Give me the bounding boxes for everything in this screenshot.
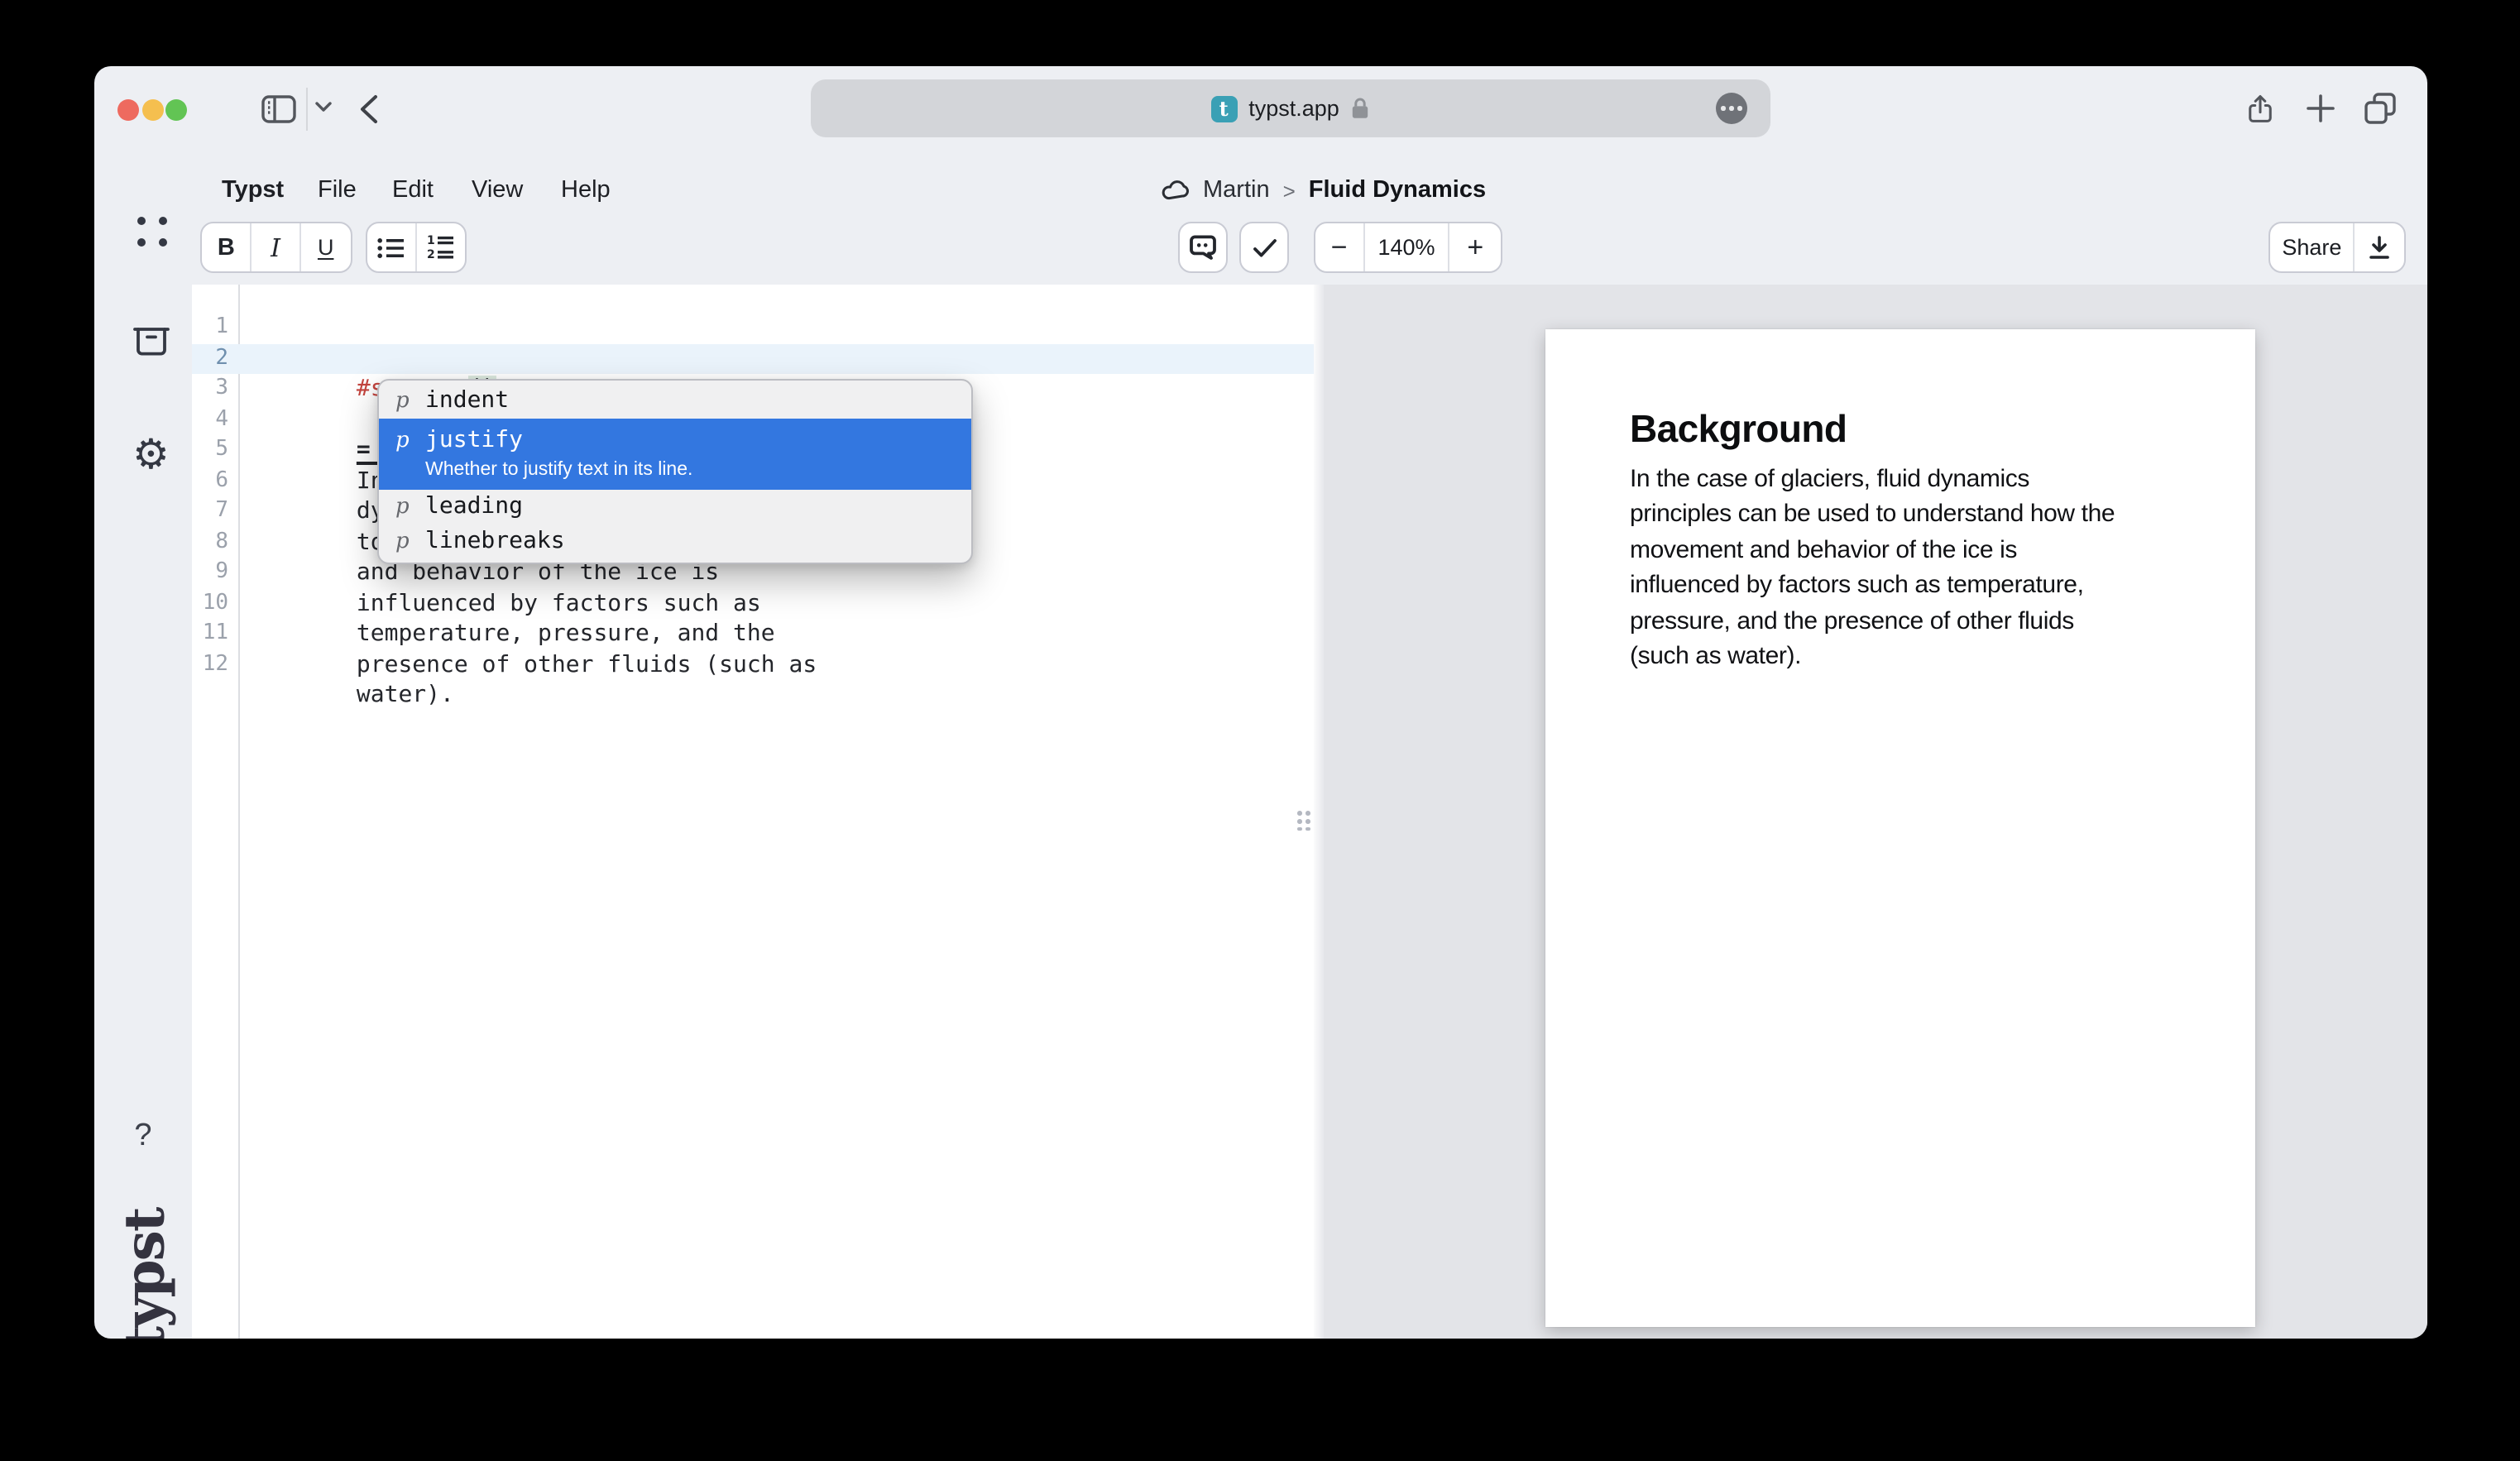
zoom-group: − 140% + — [1314, 222, 1502, 273]
svg-text:2: 2 — [427, 248, 435, 260]
menu-view[interactable]: View — [472, 177, 523, 204]
autocomplete-item-linebreaks[interactable]: p linebreaks — [379, 525, 971, 559]
menu-edit[interactable]: Edit — [392, 177, 434, 204]
code-line-active[interactable]: 2#set par() — [192, 343, 1314, 374]
breadcrumb-document[interactable]: Fluid Dynamics — [1309, 177, 1486, 204]
templates-icon[interactable] — [131, 323, 172, 359]
code-line[interactable]: 12water). — [192, 649, 1314, 680]
comments-group — [1178, 222, 1228, 273]
check-icon — [1252, 237, 1277, 257]
page-settings-icon[interactable] — [1716, 93, 1747, 124]
line-number: 1 — [192, 313, 228, 343]
toolbar-divider — [306, 88, 308, 131]
line-number: 10 — [192, 588, 228, 619]
url-text: typst.app — [1248, 96, 1339, 121]
line-number: 4 — [192, 405, 228, 435]
help-icon[interactable]: ? — [94, 1119, 192, 1155]
italic-button[interactable]: I — [252, 223, 301, 271]
bullet-list-icon — [377, 236, 405, 259]
document-body: In the case of glaciers, fluid dynamics … — [1630, 461, 2179, 674]
line-number: 5 — [192, 435, 228, 466]
download-button[interactable] — [2355, 223, 2404, 271]
pane-drag-handle[interactable] — [1297, 811, 1310, 832]
share-group: Share — [2268, 222, 2406, 273]
check-button[interactable] — [1241, 223, 1287, 271]
autocomplete-item-leading[interactable]: p leading — [379, 490, 971, 525]
svg-text:1: 1 — [427, 235, 435, 247]
preview-pane: Background In the case of glaciers, flui… — [1324, 285, 2427, 1339]
menu-help[interactable]: Help — [561, 177, 611, 204]
param-type-badge: p — [395, 526, 410, 558]
list-style-group: 1 2 — [366, 222, 467, 273]
chevron-down-icon[interactable] — [314, 101, 333, 114]
autocomplete-item-justify-selected[interactable]: p justify Whether to justify text in its… — [379, 419, 971, 490]
typst-logo: typst — [94, 1205, 194, 1339]
typst-favicon: t — [1210, 95, 1237, 122]
bold-button[interactable]: B — [202, 223, 252, 271]
param-type-badge: p — [395, 386, 410, 417]
zoom-window-button[interactable] — [165, 98, 187, 120]
back-icon[interactable] — [359, 94, 379, 124]
pane-divider[interactable] — [1314, 285, 1324, 1339]
lock-icon — [1351, 96, 1371, 121]
text-style-group: B I U — [200, 222, 352, 273]
comment-icon — [1190, 235, 1216, 260]
zoom-in-button[interactable]: + — [1450, 223, 1501, 271]
breadcrumb-account[interactable]: Martin — [1203, 177, 1270, 204]
line-number: 8 — [192, 527, 228, 558]
line-number: 3 — [192, 374, 228, 405]
line-number: 11 — [192, 619, 228, 649]
browser-window: t typst.app — [94, 66, 2427, 1339]
autocomplete-item-indent[interactable]: p indent — [379, 384, 971, 419]
settings-gear-icon[interactable]: ⚙ — [132, 435, 170, 477]
zoom-level[interactable]: 140% — [1364, 223, 1449, 271]
numbered-list-icon: 1 2 — [427, 235, 455, 260]
line-number: 9 — [192, 558, 228, 588]
tab-overview-icon[interactable] — [2363, 91, 2398, 126]
breadcrumb: Martin > Fluid Dynamics — [1162, 177, 1486, 204]
code-line[interactable]: 1#set page("a6") — [192, 313, 1314, 343]
autocomplete-popup: p indent p justify Whether to justify te… — [377, 379, 973, 564]
underline-button[interactable]: U — [300, 223, 351, 271]
numbered-list-button[interactable]: 1 2 — [416, 223, 465, 271]
share-button[interactable]: Share — [2270, 223, 2355, 271]
sidebar-toggle-icon[interactable] — [261, 94, 296, 124]
address-bar[interactable]: t typst.app — [811, 79, 1770, 137]
document-page: Background In the case of glaciers, flui… — [1545, 328, 2255, 1326]
cloud-sync-icon — [1162, 180, 1190, 200]
menu-file[interactable]: File — [318, 177, 357, 204]
document-heading: Background — [1630, 406, 2179, 451]
code-line[interactable]: 11presence of other fluids (such as — [192, 619, 1314, 649]
minimize-window-button[interactable] — [141, 98, 163, 120]
app-menubar: Typst File Edit View Help Martin > Fluid… — [94, 172, 2427, 215]
bullet-list-button[interactable] — [367, 223, 416, 271]
line-number: 2 — [192, 343, 228, 374]
close-window-button[interactable] — [117, 98, 138, 120]
line-number: 6 — [192, 466, 228, 496]
autocomplete-description: Whether to justify text in its line. — [425, 458, 692, 481]
param-type-badge: p — [395, 425, 410, 457]
browser-toolbar: t typst.app — [94, 66, 2427, 152]
menu-typst[interactable]: Typst — [222, 177, 284, 204]
line-number: 7 — [192, 496, 228, 527]
line-number: 12 — [192, 649, 228, 680]
zoom-out-button[interactable]: − — [1315, 223, 1364, 271]
new-tab-icon[interactable] — [2305, 93, 2336, 124]
share-page-icon[interactable] — [2245, 91, 2275, 127]
breadcrumb-separator: > — [1283, 178, 1296, 203]
download-icon — [2368, 235, 2391, 260]
screenshot-stage: t typst.app — [0, 0, 2520, 1461]
code-line[interactable]: 10temperature, pressure, and the — [192, 588, 1314, 619]
check-group — [1239, 222, 1289, 273]
dashboard-icon[interactable] — [137, 217, 167, 247]
comment-button[interactable] — [1180, 223, 1226, 271]
param-type-badge: p — [395, 491, 410, 523]
